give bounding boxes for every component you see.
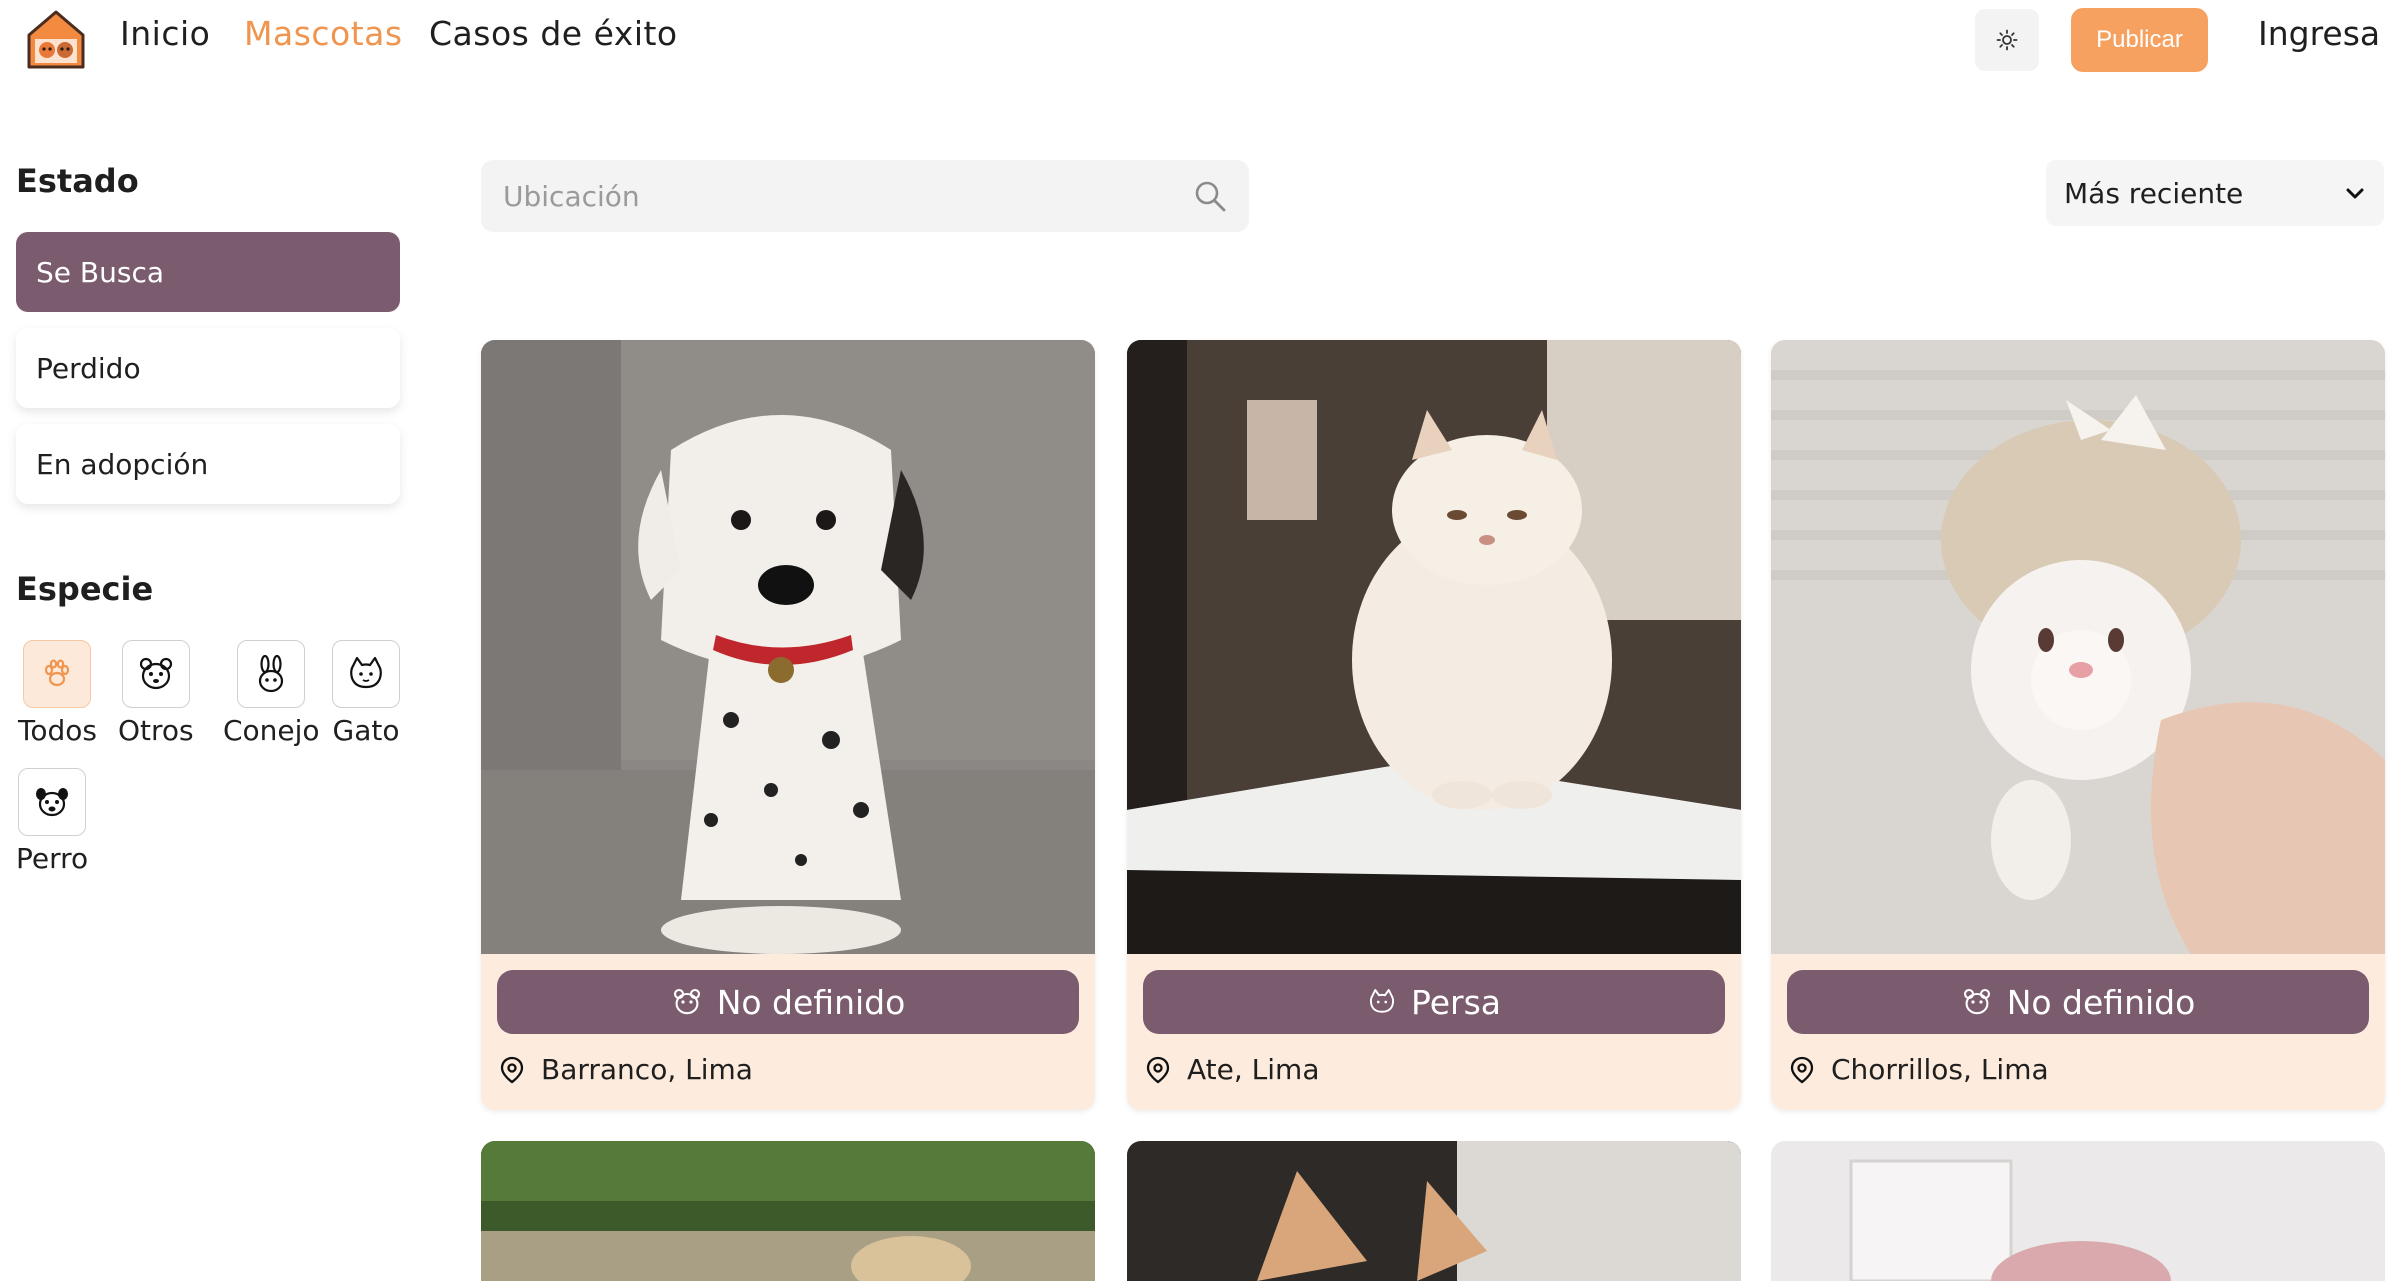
location-pin-icon	[1146, 1056, 1170, 1083]
species-gato-button[interactable]: Gato	[332, 640, 400, 747]
species-icon-box	[237, 640, 306, 708]
pet-card-partial[interactable]	[1771, 1141, 2385, 1281]
hamster-icon	[673, 988, 700, 1015]
chevron-down-icon	[2346, 188, 2364, 199]
pet-photo	[1771, 1141, 2385, 1281]
top-navbar: Inicio Mascotas Casos de éxito Publicar …	[0, 0, 2400, 78]
species-otros-button[interactable]: Otros	[118, 640, 194, 747]
cat-icon	[1369, 989, 1395, 1013]
pet-location: Ate, Lima	[1145, 1053, 1319, 1086]
pet-location-label: Ate, Lima	[1187, 1053, 1320, 1086]
pet-location: Chorrillos, Lima	[1789, 1053, 2049, 1086]
state-label: Se Busca	[36, 255, 164, 289]
pet-breed-label: No definido	[2006, 982, 2196, 1022]
species-section-title: Especie	[16, 570, 154, 608]
species-icon-box	[23, 640, 92, 708]
rabbit-icon	[259, 654, 284, 693]
pet-location: Barranco, Lima	[499, 1053, 753, 1086]
species-label: Gato	[332, 714, 400, 747]
species-label: Todos	[18, 714, 97, 747]
species-label: Conejo	[223, 714, 320, 747]
pet-photo	[1127, 1141, 1741, 1281]
sort-selected-value: Más reciente	[2064, 176, 2244, 210]
pet-card[interactable]: No definido Barranco, Lima	[481, 340, 1095, 1110]
pet-photo	[1771, 340, 2385, 954]
pet-breed-label: Persa	[1410, 982, 1501, 1022]
pet-breed-label: No definido	[716, 982, 906, 1022]
sort-select[interactable]: Más reciente	[2046, 160, 2384, 226]
search-icon[interactable]	[1193, 179, 1227, 213]
pet-location-label: Barranco, Lima	[541, 1053, 753, 1086]
pet-card[interactable]: No definido Chorrillos, Lima	[1771, 340, 2385, 1110]
species-icon-box	[18, 768, 87, 836]
location-pin-icon	[500, 1056, 524, 1083]
hamster-icon	[1963, 988, 1990, 1015]
pet-breed-chip: No definido	[1787, 970, 2369, 1034]
sun-icon	[1996, 29, 2018, 51]
state-label: En adopción	[36, 447, 209, 481]
species-perro-button[interactable]: Perro	[16, 768, 88, 875]
nav-mascotas[interactable]: Mascotas	[244, 14, 403, 53]
dog-icon	[36, 788, 69, 817]
state-label: Perdido	[36, 351, 141, 385]
state-en-adopcion-button[interactable]: En adopción	[16, 424, 400, 504]
state-section-title: Estado	[16, 162, 139, 200]
publish-button[interactable]: Publicar	[2071, 8, 2208, 72]
hamster-icon	[139, 657, 172, 690]
location-search-input[interactable]	[503, 179, 1193, 213]
pet-photo	[481, 1141, 1095, 1281]
species-conejo-button[interactable]: Conejo	[223, 640, 320, 747]
species-icon-box	[332, 640, 400, 708]
pet-card-partial[interactable]	[1127, 1141, 1741, 1281]
location-pin-icon	[1790, 1056, 1814, 1083]
cat-icon	[350, 656, 382, 689]
pet-house-logo-icon[interactable]	[25, 9, 87, 71]
login-link[interactable]: Ingresa	[2258, 14, 2380, 53]
pet-card-partial[interactable]	[481, 1141, 1095, 1281]
nav-casos-de-exito[interactable]: Casos de éxito	[429, 14, 678, 53]
species-icon-box	[121, 640, 190, 708]
pet-photo	[481, 340, 1095, 954]
pet-card[interactable]: Persa Ate, Lima	[1127, 340, 1741, 1110]
theme-toggle-button[interactable]	[1975, 9, 2039, 71]
pet-breed-chip: Persa	[1143, 970, 1725, 1034]
species-label: Otros	[118, 714, 194, 747]
pet-location-label: Chorrillos, Lima	[1831, 1053, 2049, 1086]
state-se-busca-button[interactable]: Se Busca	[16, 232, 400, 312]
paw-icon	[45, 659, 70, 687]
location-search-box	[481, 160, 1249, 232]
species-label: Perro	[16, 842, 89, 875]
pet-breed-chip: No definido	[497, 970, 1079, 1034]
nav-inicio[interactable]: Inicio	[120, 14, 210, 53]
species-todos-button[interactable]: Todos	[18, 640, 97, 747]
pet-photo	[1127, 340, 1741, 954]
state-perdido-button[interactable]: Perdido	[16, 328, 400, 408]
